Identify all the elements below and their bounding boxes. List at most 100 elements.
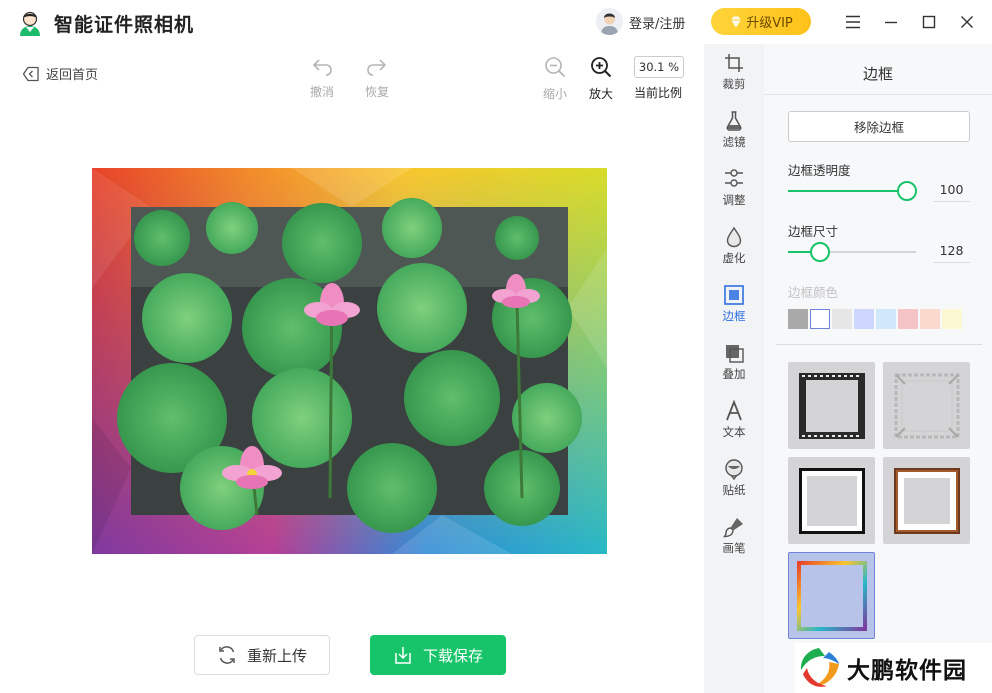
reupload-button[interactable]: 重新上传 <box>194 635 330 675</box>
opacity-value-field[interactable]: 100 <box>933 178 970 202</box>
brush-icon <box>723 518 743 538</box>
login-register-link[interactable]: 登录/注册 <box>629 13 685 32</box>
color-swatch[interactable] <box>942 309 962 329</box>
border-panel: 边框 移除边框 边框透明度 100 边框尺寸 128 边框颜色 <box>764 44 992 693</box>
zoom-in-button[interactable]: 放大 <box>579 56 623 102</box>
maximize-icon <box>922 15 936 29</box>
watermark: 大鹏软件园 <box>795 643 992 693</box>
sidebar-item-sticker[interactable]: 贴纸 <box>704 458 764 498</box>
opacity-slider-fill <box>788 190 908 192</box>
color-swatch[interactable] <box>854 309 874 329</box>
zoom-value-field[interactable]: 30.1 % <box>634 56 684 78</box>
black-frame-icon <box>798 467 865 534</box>
frame-option-wood[interactable] <box>883 457 970 544</box>
color-swatch[interactable] <box>832 309 852 329</box>
sidebar-item-adjust[interactable]: 调整 <box>704 168 764 208</box>
sidebar-item-label: 边框 <box>722 309 746 323</box>
user-avatar[interactable] <box>596 8 623 35</box>
droplet-icon <box>726 226 742 248</box>
sidebar-item-overlay[interactable]: 叠加 <box>704 342 764 382</box>
panel-title: 边框 <box>862 65 893 83</box>
back-home-label: 返回首页 <box>46 68 99 83</box>
sidebar-item-label: 虚化 <box>722 251 746 265</box>
wood-frame-icon <box>893 467 960 534</box>
crop-icon <box>725 54 743 72</box>
rainbow-frame-icon <box>796 560 867 631</box>
size-value-field[interactable]: 128 <box>933 239 970 263</box>
watermark-text: 大鹏软件园 <box>847 658 967 684</box>
frame-option-film[interactable] <box>788 362 875 449</box>
minimize-icon <box>885 21 897 24</box>
sidebar-item-blur[interactable]: 虚化 <box>704 226 764 266</box>
redo-label: 恢复 <box>364 85 389 99</box>
app-logo-icon <box>20 11 40 36</box>
sidebar-item-label: 贴纸 <box>722 483 746 497</box>
maximize-button[interactable] <box>918 11 940 33</box>
diamond-icon <box>731 16 742 27</box>
title-bar: 智能证件照相机 登录/注册 升级VIP <box>0 0 992 44</box>
color-swatch[interactable] <box>788 309 808 329</box>
zoom-in-icon <box>591 57 612 78</box>
app-window: 智能证件照相机 登录/注册 升级VIP 返回首页 撤消 恢复 缩小 放大 30.… <box>0 0 992 693</box>
opacity-slider[interactable] <box>788 181 918 201</box>
save-label: 下载保存 <box>422 646 483 665</box>
color-swatch[interactable] <box>810 309 830 329</box>
undo-button[interactable]: 撤消 <box>300 56 344 100</box>
zoom-in-label: 放大 <box>588 87 613 101</box>
zoom-out-icon <box>545 57 566 78</box>
close-button[interactable] <box>956 11 978 33</box>
overlay-icon <box>726 345 744 363</box>
size-slider-thumb[interactable] <box>810 242 830 262</box>
sidebar-item-label: 文本 <box>722 425 746 439</box>
film-frame-icon <box>798 372 865 439</box>
sidebar-item-text[interactable]: 文本 <box>704 400 764 440</box>
opacity-slider-thumb[interactable] <box>897 181 918 201</box>
undo-icon <box>312 59 332 76</box>
upgrade-vip-button[interactable]: 升级VIP <box>711 8 811 35</box>
sliders-icon <box>725 169 743 187</box>
tool-column: 裁剪 滤镜 调整 虚化 边框 叠加 文本 贴纸 画笔 <box>704 44 764 693</box>
sidebar-item-filter[interactable]: 滤镜 <box>704 110 764 150</box>
color-swatch[interactable] <box>920 309 940 329</box>
frame-icon <box>724 285 744 305</box>
sidebar-item-label: 叠加 <box>722 367 746 381</box>
border-color-label: 边框颜色 <box>788 285 839 300</box>
framed-photo-image <box>92 168 607 554</box>
menu-button[interactable] <box>842 11 864 33</box>
frame-option-rainbow[interactable] <box>788 552 875 639</box>
remove-border-button[interactable]: 移除边框 <box>788 111 970 142</box>
panel-divider <box>776 344 982 345</box>
size-slider[interactable] <box>788 242 916 262</box>
sidebar-item-brush[interactable]: 画笔 <box>704 516 764 556</box>
sidebar-item-border[interactable]: 边框 <box>704 284 764 324</box>
opacity-label: 边框透明度 <box>788 163 851 178</box>
sticker-icon <box>725 459 743 480</box>
photo-canvas[interactable] <box>92 168 607 554</box>
frame-option-ornate[interactable] <box>883 362 970 449</box>
flask-icon <box>726 111 742 131</box>
frame-option-black[interactable] <box>788 457 875 544</box>
download-icon <box>395 647 411 664</box>
watermark-logo-icon <box>800 648 839 687</box>
back-home-icon <box>22 66 39 81</box>
sidebar-item-label: 画笔 <box>722 541 746 555</box>
sidebar-item-label: 滤镜 <box>722 135 746 149</box>
back-home-button[interactable]: 返回首页 <box>22 64 98 83</box>
sidebar-item-crop[interactable]: 裁剪 <box>704 52 764 92</box>
redo-icon <box>367 59 387 76</box>
color-swatch[interactable] <box>876 309 896 329</box>
undo-label: 撤消 <box>309 85 334 99</box>
panel-divider <box>764 94 992 95</box>
vip-label: 升级VIP <box>746 16 793 31</box>
download-save-button[interactable]: 下载保存 <box>370 635 506 675</box>
refresh-icon <box>219 646 235 664</box>
text-icon <box>726 400 742 421</box>
minimize-button[interactable] <box>880 11 902 33</box>
close-icon <box>961 16 973 28</box>
redo-button[interactable]: 恢复 <box>355 56 399 100</box>
zoom-out-label: 缩小 <box>542 87 567 101</box>
sidebar-item-label: 调整 <box>722 193 746 207</box>
zoom-out-button[interactable]: 缩小 <box>533 56 577 102</box>
color-swatch[interactable] <box>898 309 918 329</box>
user-avatar-icon <box>596 8 623 35</box>
